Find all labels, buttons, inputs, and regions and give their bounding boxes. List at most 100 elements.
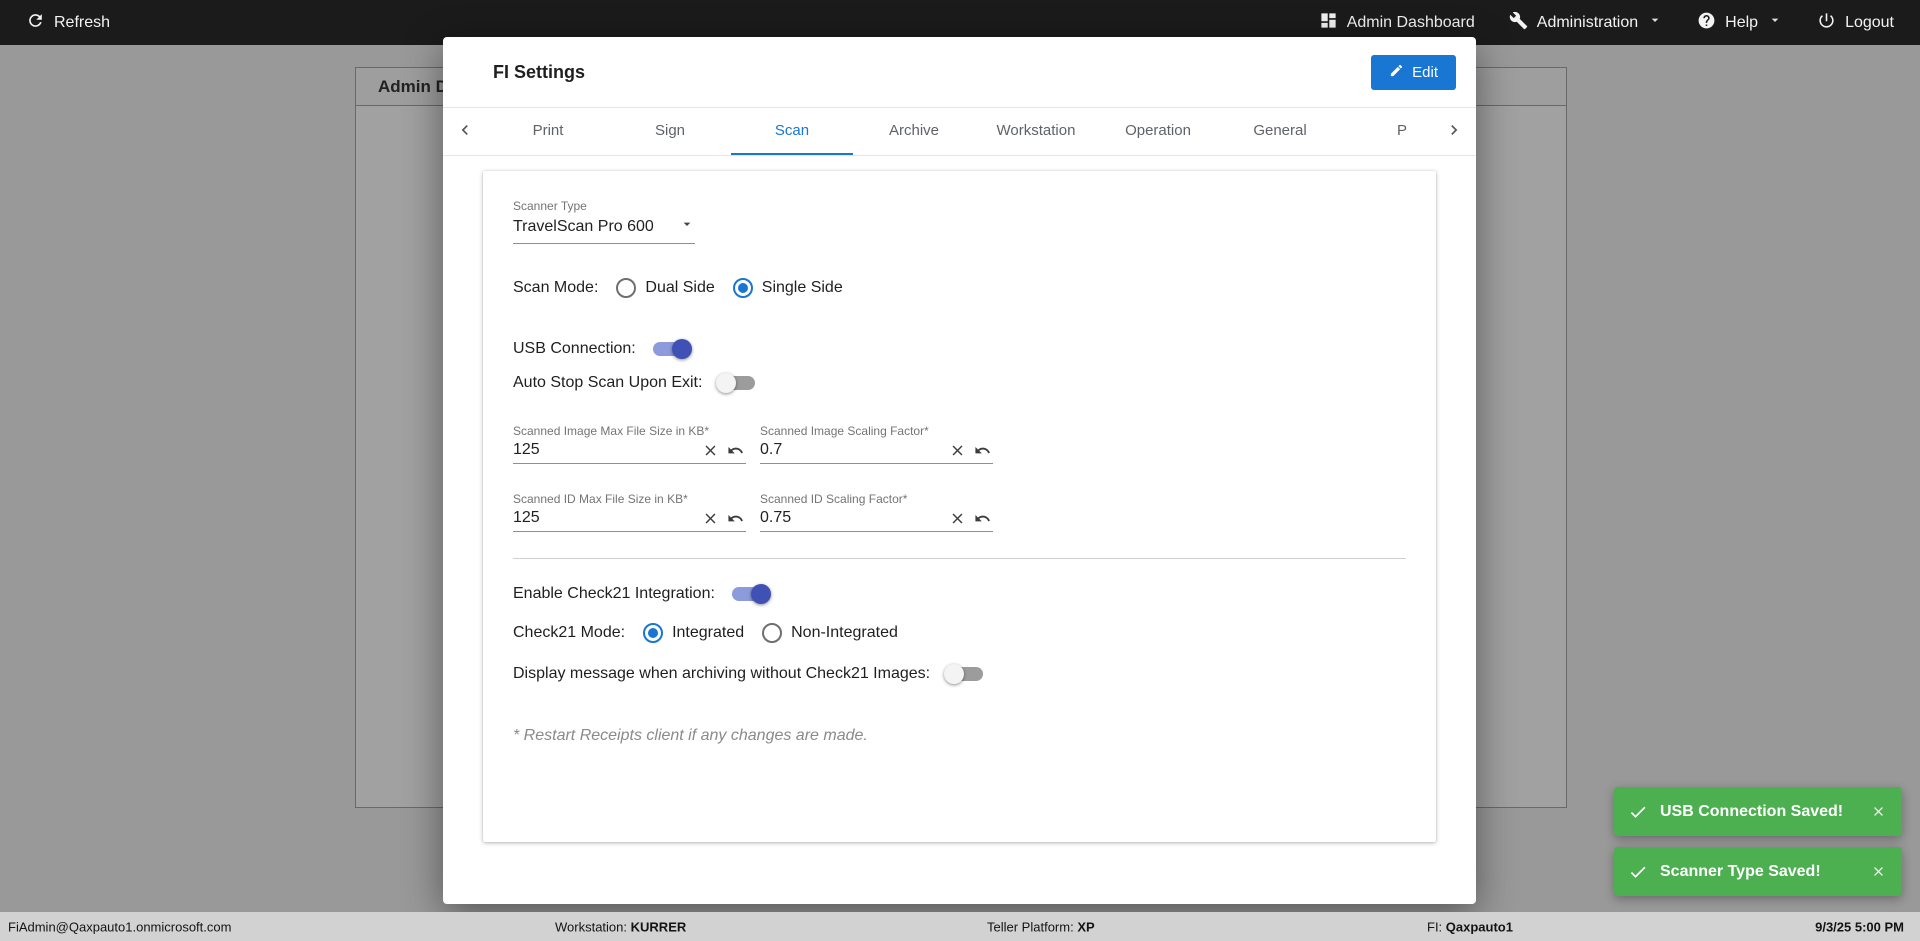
refresh-icon [26, 11, 45, 35]
toast-message: Scanner Type Saved! [1660, 862, 1821, 880]
teller-platform-value: XP [1077, 919, 1095, 934]
dual-side-label: Dual Side [645, 279, 715, 296]
scanned-id-scaling-field: Scanned ID Scaling Factor* [760, 492, 993, 532]
check21-mode-option-non-integrated[interactable]: Non-Integrated [762, 623, 898, 643]
pencil-icon [1389, 63, 1404, 82]
chevron-down-icon [1647, 12, 1663, 33]
scan-mode-option-single-side[interactable]: Single Side [732, 278, 843, 298]
tabs-scroll-left-button[interactable] [443, 108, 487, 155]
radio-unchecked-icon [616, 278, 637, 298]
toast-scanner-type-saved: Scanner Type Saved! [1614, 847, 1902, 896]
tab-scan[interactable]: Scan [731, 108, 853, 155]
chevron-down-icon [1767, 12, 1783, 33]
undo-icon[interactable] [972, 442, 993, 459]
usb-connection-label: USB Connection: [513, 340, 636, 357]
tab-clipped[interactable]: P [1341, 108, 1432, 155]
help-label: Help [1725, 13, 1759, 31]
check21-mode-row: Check21 Mode: Integrated Non-Integrated [513, 623, 1406, 643]
check21-mode-option-integrated[interactable]: Integrated [643, 623, 744, 643]
toggle-thumb [750, 584, 771, 604]
scanned-id-scaling-input[interactable] [760, 509, 943, 527]
undo-icon[interactable] [725, 510, 746, 527]
radio-checked-icon [643, 623, 664, 643]
tab-print[interactable]: Print [487, 108, 609, 155]
scan-settings-card: Scanner Type TravelScan Pro 600 Scan Mod… [483, 171, 1436, 842]
auto-stop-row: Auto Stop Scan Upon Exit: [513, 372, 1406, 394]
scanned-image-max-size-label: Scanned Image Max File Size in KB* [513, 424, 710, 438]
help-menu[interactable]: Help [1697, 11, 1783, 35]
toast-usb-connection-saved: USB Connection Saved! [1614, 787, 1902, 836]
clear-icon[interactable] [700, 510, 721, 527]
display-message-label: Display message when archiving without C… [513, 665, 931, 682]
undo-icon[interactable] [725, 442, 746, 459]
undo-icon[interactable] [972, 510, 993, 527]
id-size-fields-row: Scanned ID Max File Size in KB* Scanned … [513, 492, 1406, 532]
single-side-label: Single Side [761, 279, 843, 296]
edit-button[interactable]: Edit [1371, 54, 1456, 90]
close-icon[interactable] [1869, 862, 1888, 881]
auto-stop-label: Auto Stop Scan Upon Exit: [513, 374, 703, 391]
scanned-id-max-size-field: Scanned ID Max File Size in KB* [513, 492, 746, 532]
check-icon [1628, 862, 1648, 882]
fi-settings-dialog: FI Settings Edit Print Sign Scan Archive… [443, 37, 1476, 904]
non-integrated-label: Non-Integrated [791, 624, 898, 641]
fi-value: Qaxpauto1 [1445, 919, 1513, 934]
image-size-fields-row: Scanned Image Max File Size in KB* Scann… [513, 424, 1406, 464]
integrated-label: Integrated [672, 624, 745, 641]
chevron-right-icon [1444, 120, 1464, 143]
check21-toggle[interactable] [729, 583, 771, 605]
tab-workstation[interactable]: Workstation [975, 108, 1097, 155]
clear-icon[interactable] [947, 510, 968, 527]
tab-general[interactable]: General [1219, 108, 1341, 155]
scan-mode-label: Scan Mode: [513, 279, 599, 296]
usb-connection-toggle[interactable] [650, 338, 692, 360]
toast-stack: USB Connection Saved! Scanner Type Saved… [1614, 787, 1902, 896]
scanned-image-scaling-field: Scanned Image Scaling Factor* [760, 424, 993, 464]
scanned-id-max-size-label: Scanned ID Max File Size in KB* [513, 492, 688, 506]
administration-label: Administration [1536, 13, 1639, 31]
radio-checked-icon [732, 278, 753, 298]
auto-stop-toggle[interactable] [716, 372, 758, 394]
help-icon [1697, 11, 1716, 35]
fi-label: FI: [1427, 919, 1443, 934]
admin-dashboard-menu[interactable]: Admin Dashboard [1319, 11, 1475, 35]
scanner-type-select[interactable]: Scanner Type TravelScan Pro 600 [513, 199, 695, 244]
section-divider [513, 558, 1406, 559]
workstation-label: Workstation: [555, 919, 628, 934]
datetime: 9/3/25 5:00 PM [1815, 919, 1904, 934]
scanner-type-value: TravelScan Pro 600 [513, 217, 654, 235]
wrench-icon [1509, 11, 1528, 35]
scanned-id-max-size-input[interactable] [513, 509, 696, 527]
administration-menu[interactable]: Administration [1509, 11, 1663, 35]
scanned-id-scaling-label: Scanned ID Scaling Factor* [760, 492, 908, 506]
tab-archive[interactable]: Archive [853, 108, 975, 155]
display-message-toggle[interactable] [944, 663, 986, 685]
tab-sign[interactable]: Sign [609, 108, 731, 155]
admin-dashboard-label: Admin Dashboard [1346, 13, 1475, 31]
scanner-type-label: Scanner Type [513, 199, 587, 213]
tabs-scroll-right-button[interactable] [1432, 108, 1476, 155]
close-icon[interactable] [1869, 802, 1888, 821]
edit-button-label: Edit [1412, 63, 1438, 81]
scan-mode-option-dual-side[interactable]: Dual Side [616, 278, 715, 298]
teller-platform-status: Teller Platform: XP [987, 919, 1095, 934]
restart-note: * Restart Receipts client if any changes… [513, 727, 868, 744]
scan-mode-row: Scan Mode: Dual Side Single Side [513, 278, 1406, 298]
toggle-thumb [671, 339, 692, 359]
clear-icon[interactable] [700, 442, 721, 459]
dropdown-arrow-icon [679, 216, 695, 237]
refresh-button[interactable]: Refresh [26, 11, 110, 35]
check-icon [1628, 802, 1648, 822]
clear-icon[interactable] [947, 442, 968, 459]
tab-operation[interactable]: Operation [1097, 108, 1219, 155]
scanned-image-max-size-input[interactable] [513, 441, 696, 459]
toggle-thumb [716, 373, 737, 393]
check21-label: Enable Check21 Integration: [513, 585, 715, 602]
tabs-viewport: Print Sign Scan Archive Workstation Oper… [487, 108, 1432, 155]
status-bar: FiAdmin@Qaxpauto1.onmicrosoft.com Workst… [0, 912, 1920, 941]
logout-button[interactable]: Logout [1817, 11, 1894, 35]
workstation-value: KURRER [630, 919, 687, 934]
power-icon [1817, 11, 1836, 35]
dialog-title: FI Settings [493, 61, 586, 82]
scanned-image-scaling-input[interactable] [760, 441, 943, 459]
